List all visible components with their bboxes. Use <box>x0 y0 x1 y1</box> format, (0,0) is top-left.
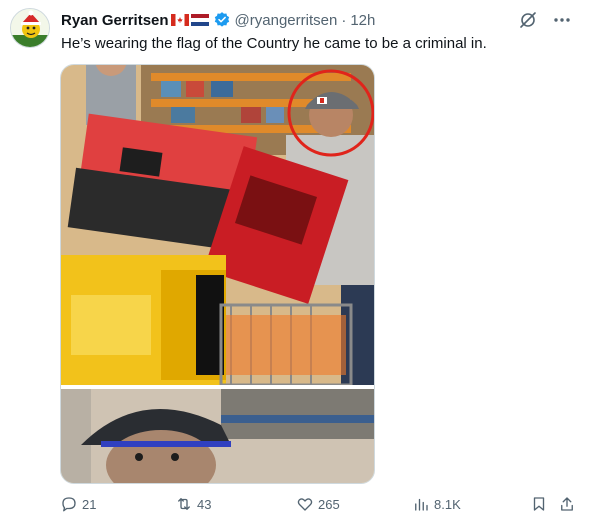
author-name[interactable]: Ryan Gerritsen <box>61 12 169 29</box>
more-options-icon[interactable] <box>552 10 572 30</box>
surveillance-photo <box>61 65 374 483</box>
tweet-photo[interactable] <box>60 64 375 484</box>
share-icon <box>561 497 573 511</box>
reply-icon <box>62 497 76 512</box>
reply-count: 21 <box>82 496 97 512</box>
tweet-text: He’s wearing the flag of the Country he … <box>61 35 487 52</box>
post-time[interactable]: 12h <box>350 12 375 29</box>
bookmark-button[interactable] <box>530 494 548 514</box>
avatar[interactable] <box>10 8 50 48</box>
view-count: 8.1K <box>434 496 461 512</box>
retweet-icon <box>178 498 190 510</box>
action-bar: 21 43 265 8.1K <box>60 494 580 514</box>
netherlands-flag-icon <box>190 14 209 26</box>
analytics-icon <box>415 498 428 511</box>
verified-badge-icon <box>214 12 229 27</box>
views-button[interactable]: 8.1K <box>412 494 461 514</box>
bookmark-icon <box>533 497 545 511</box>
avatar-image <box>11 9 49 47</box>
heart-icon <box>297 498 313 511</box>
retweet-count: 43 <box>197 496 212 512</box>
tweet-card[interactable]: Ryan Gerritsen @ryangerritsen · 12h He’s… <box>0 0 590 519</box>
retweet-button[interactable]: 43 <box>175 494 211 514</box>
like-button[interactable]: 265 <box>296 494 340 514</box>
like-count: 265 <box>318 496 340 512</box>
grok-icon[interactable] <box>518 10 538 30</box>
top-actions <box>518 10 572 30</box>
share-button[interactable] <box>558 494 576 514</box>
canada-flag-icon <box>170 14 189 26</box>
tweet-header: Ryan Gerritsen @ryangerritsen · 12h <box>61 10 375 30</box>
author-handle[interactable]: @ryangerritsen <box>235 12 338 29</box>
separator-dot: · <box>341 11 347 29</box>
reply-button[interactable]: 21 <box>60 494 96 514</box>
